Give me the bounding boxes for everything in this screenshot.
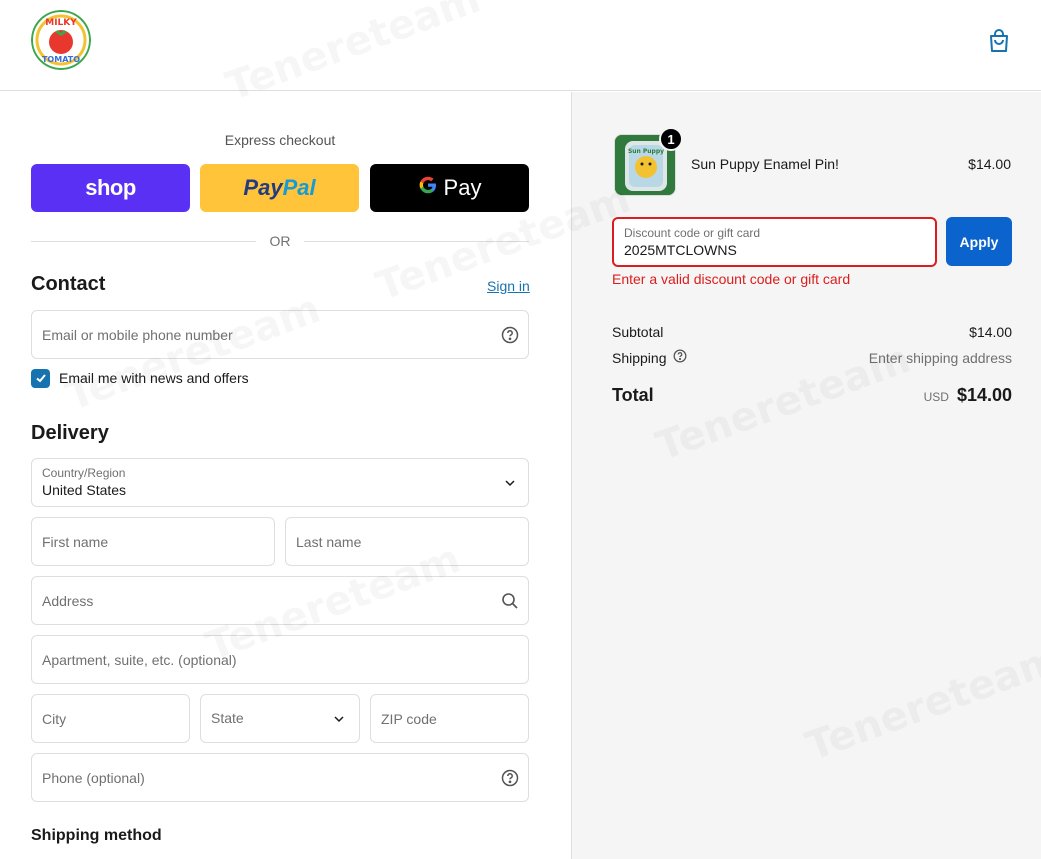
google-pay-label: Pay [443,175,482,200]
city-placeholder: City [42,711,67,727]
product-name: Sun Puppy Enamel Pin! [691,156,839,172]
delivery-title: Delivery [31,422,109,444]
shopping-bag-icon[interactable] [986,28,1012,54]
shop-pay-button[interactable]: shop [31,164,190,212]
zip-field[interactable]: ZIP code [370,694,529,743]
help-circle-icon[interactable] [501,769,519,787]
total-amount: $14.00 [956,385,1012,405]
subtotal-value: $14.00 [969,324,1012,340]
address-placeholder: Address [42,593,94,609]
phone-field[interactable]: Phone (optional) [31,753,529,802]
country-label: Country/Region [42,466,126,480]
search-icon [501,592,519,610]
shipping-label: Shipping [612,349,667,366]
contact-title: Contact [31,273,106,295]
first-name-field[interactable]: First name [31,517,275,566]
shipping-value: Enter shipping address [868,349,1012,366]
country-select[interactable]: Country/Region United States [31,458,529,507]
store-logo[interactable]: MILKY TOMATO [31,10,91,70]
discount-code-field[interactable]: Discount code or gift card 2025MTCLOWNS [612,217,937,267]
apply-button[interactable]: Apply [946,217,1012,266]
subtotal-label: Subtotal [612,324,664,340]
discount-label: Discount code or gift card [624,226,761,240]
email-field[interactable]: Email or mobile phone number [31,310,529,359]
shipping-method-title: Shipping method [31,827,162,844]
sign-in-link[interactable]: Sign in [487,278,530,294]
email-placeholder: Email or mobile phone number [42,327,233,343]
product-price: $14.00 [968,156,1011,172]
newsletter-row[interactable]: Email me with news and offers [31,368,249,388]
svg-text:TOMATO: TOMATO [42,55,80,64]
state-placeholder: State [211,710,244,726]
google-pay-button[interactable]: Pay [370,164,529,212]
order-summary: Sun Puppy 1 Sun Puppy Enamel Pin! $14.00… [571,92,1041,859]
subtotal-row: Subtotal $14.00 [612,324,1012,340]
total-row: Total USD $14.00 [612,385,1012,406]
express-checkout-label: Express checkout [224,132,336,148]
paypal-label-part1: Pay [243,175,283,200]
chevron-down-icon [330,710,348,728]
discount-error: Enter a valid discount code or gift card [612,271,851,287]
phone-placeholder: Phone (optional) [42,770,145,786]
help-circle-icon[interactable] [673,349,687,366]
discount-value: 2025MTCLOWNS [624,242,737,258]
or-divider: OR [31,233,529,249]
newsletter-checkbox[interactable] [31,368,50,388]
help-circle-icon[interactable] [501,326,519,344]
total-label: Total [612,385,654,405]
zip-placeholder: ZIP code [381,711,437,727]
shipping-row: Shipping Enter shipping address [612,349,1012,366]
quantity-badge: 1 [659,127,683,151]
country-value: United States [42,482,127,498]
thumb-text: Sun Puppy [628,148,664,155]
state-select[interactable]: State [200,694,360,743]
divider-line-right [304,241,529,242]
apartment-field[interactable]: Apartment, suite, etc. (optional) [31,635,529,684]
apartment-placeholder: Apartment, suite, etc. (optional) [42,652,237,668]
header: MILKY TOMATO [0,0,1041,91]
checkout-form: Express checkout shop Pay Pal Pay OR Cont… [0,92,571,859]
last-name-field[interactable]: Last name [285,517,529,566]
city-field[interactable]: City [31,694,190,743]
newsletter-label: Email me with news and offers [59,370,249,386]
svg-text:MILKY: MILKY [45,18,77,28]
paypal-button[interactable]: Pay Pal [200,164,359,212]
first-name-placeholder: First name [42,534,109,550]
google-g-icon [418,175,438,201]
paypal-label-part2: Pal [282,175,316,200]
last-name-placeholder: Last name [296,534,362,550]
address-field[interactable]: Address [31,576,529,625]
chevron-down-icon [501,474,519,492]
shop-pay-label: shop [85,175,136,200]
currency-code: USD [923,390,949,404]
